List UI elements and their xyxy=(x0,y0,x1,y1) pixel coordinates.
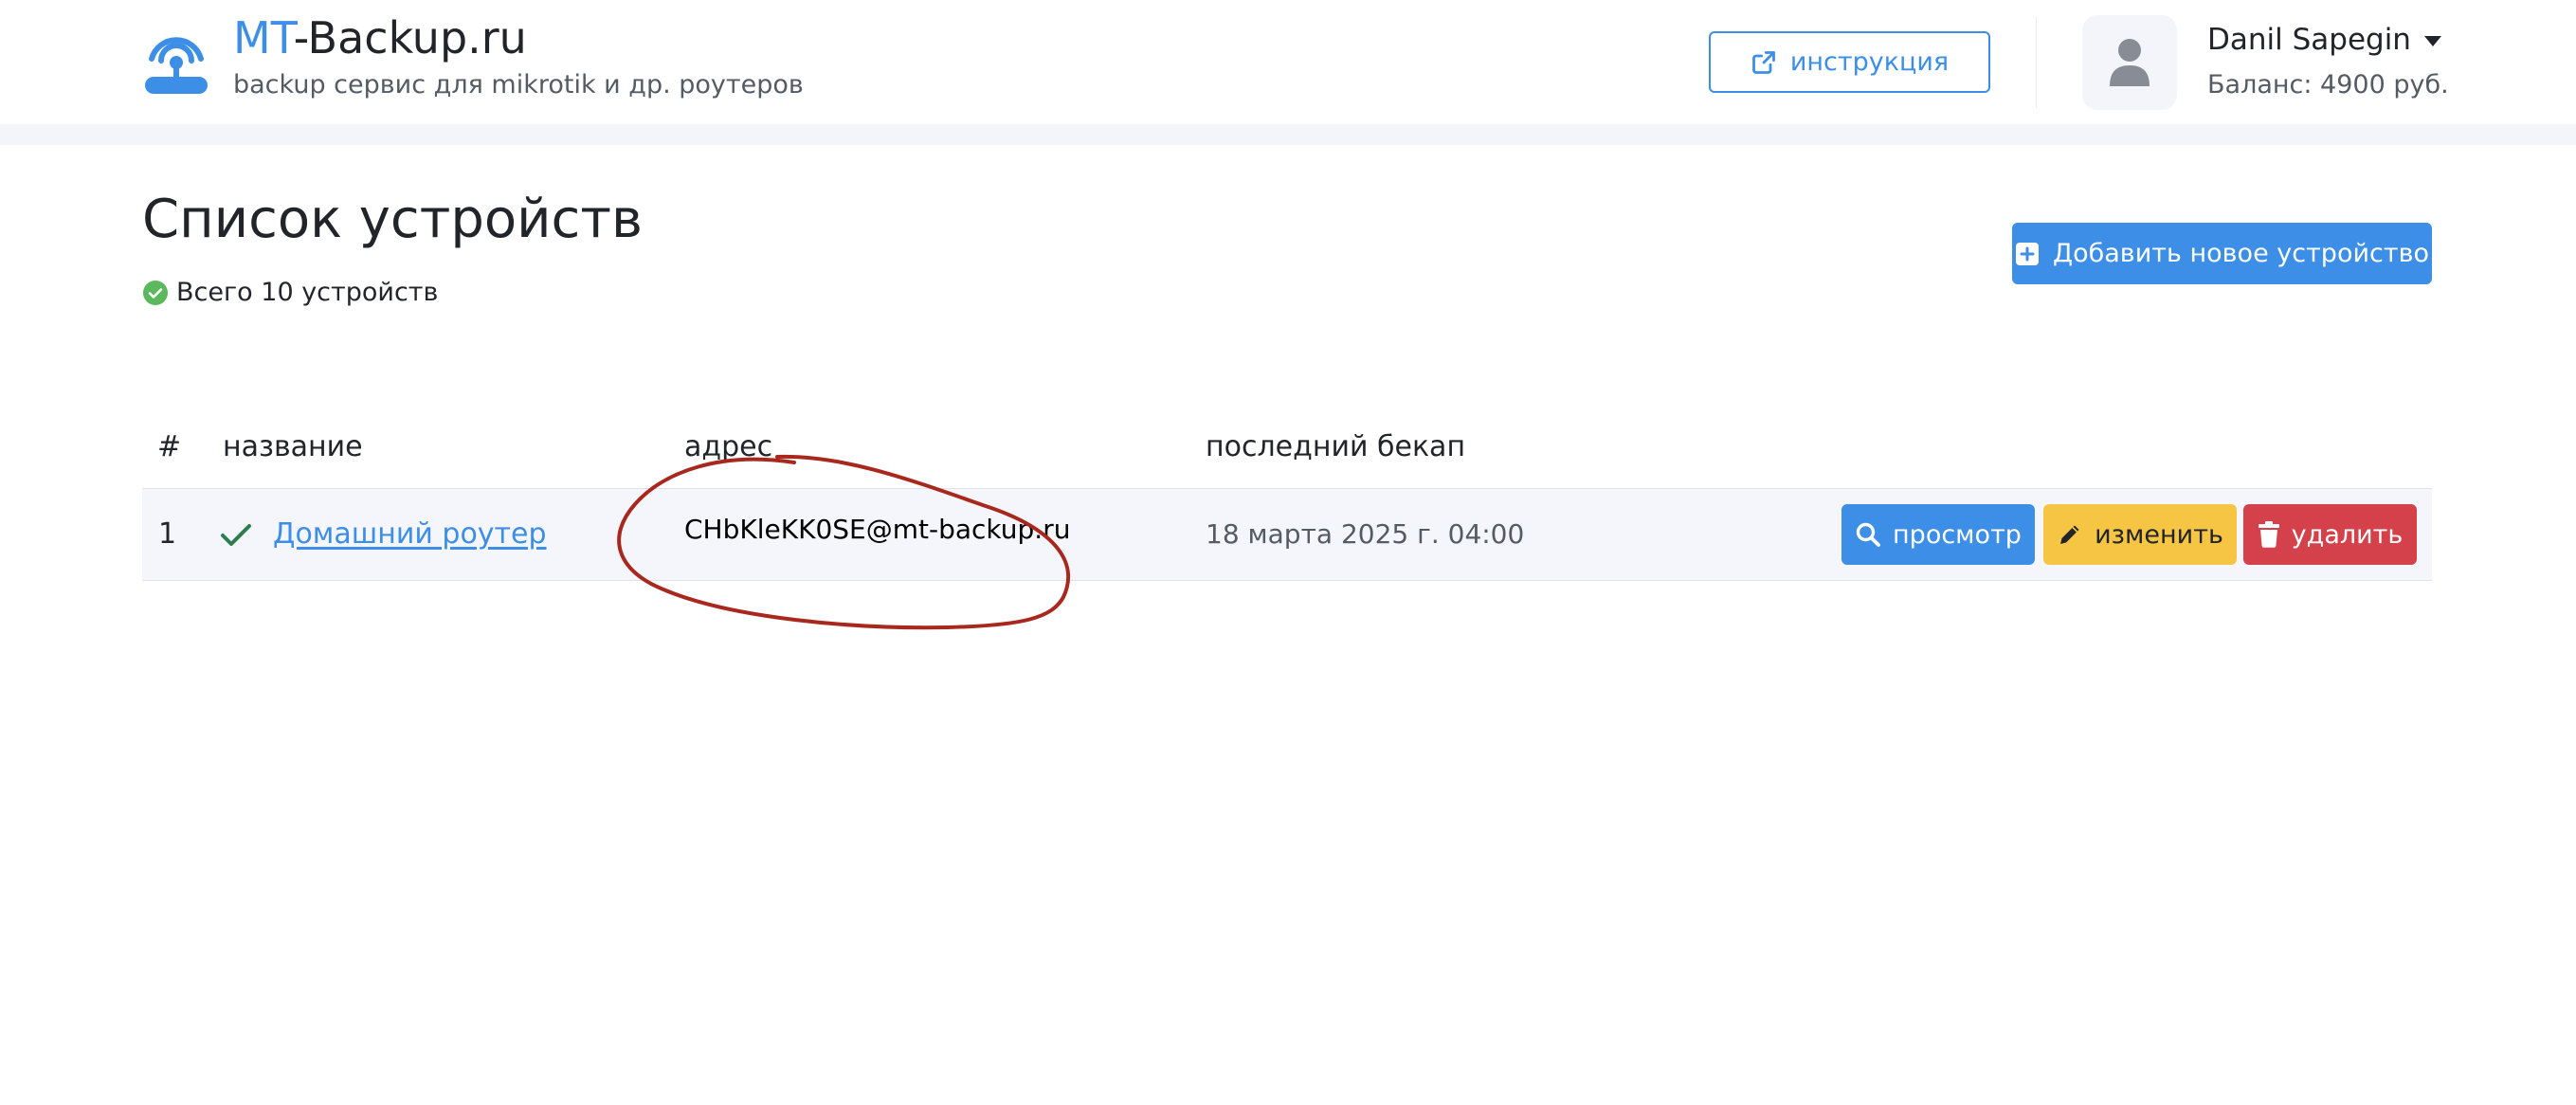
column-header-name[interactable]: название xyxy=(223,428,363,466)
brand-title[interactable]: MT-Backup.ru xyxy=(233,9,527,66)
row-number: 1 xyxy=(158,517,177,551)
avatar[interactable] xyxy=(2082,15,2177,110)
user-name: Danil Sapegin xyxy=(2207,23,2411,57)
header-divider xyxy=(2036,17,2037,108)
device-count-label: Всего 10 устройств xyxy=(176,278,439,307)
device-name-link[interactable]: Домашний роутер xyxy=(273,516,547,553)
last-backup-date: 18 марта 2025 г. 04:00 xyxy=(1206,518,1525,550)
device-count: Всего 10 устройств xyxy=(142,276,438,310)
trash-icon xyxy=(2258,521,2279,548)
user-menu-toggle[interactable]: Danil Sapegin xyxy=(2207,19,2441,61)
instruction-label: инструкция xyxy=(1789,47,1950,77)
brand-rest: -Backup.ru xyxy=(293,12,527,63)
column-header-address[interactable]: адрес xyxy=(684,428,772,466)
header-separator xyxy=(0,124,2576,145)
delete-label: удалить xyxy=(2291,519,2404,550)
router-antenna-icon[interactable] xyxy=(142,27,210,97)
top-navbar: MT-Backup.ru backup сервис для mikrotik … xyxy=(0,0,2576,124)
brand-accent: MT xyxy=(233,12,294,63)
check-circle-icon xyxy=(143,281,168,305)
device-address: CHbKleKK0SE@mt-backup.ru xyxy=(684,514,1071,545)
chevron-down-icon xyxy=(2423,35,2441,46)
search-icon xyxy=(1856,522,1880,547)
column-header-last-backup[interactable]: последний бекап xyxy=(1206,428,1465,466)
delete-button[interactable]: удалить xyxy=(2243,504,2417,565)
column-header-num: # xyxy=(157,430,182,463)
instruction-button[interactable]: инструкция xyxy=(1709,31,1990,93)
check-icon xyxy=(221,524,251,546)
external-link-icon xyxy=(1751,50,1775,74)
brand-subtitle: backup сервис для mikrotik и др. роутеро… xyxy=(233,70,804,100)
view-button[interactable]: просмотр xyxy=(1841,504,2035,565)
page-title: Список устройств xyxy=(142,189,643,250)
edit-label: изменить xyxy=(2095,519,2223,550)
pencil-icon xyxy=(2060,525,2079,544)
user-icon xyxy=(2110,39,2150,86)
edit-button[interactable]: изменить xyxy=(2043,504,2237,565)
view-label: просмотр xyxy=(1893,519,2022,550)
add-device-label: Добавить новое устройство xyxy=(2052,239,2430,268)
add-device-button[interactable]: Добавить новое устройство xyxy=(2012,223,2432,284)
balance-text: Баланс: 4900 руб. xyxy=(2207,70,2449,100)
plus-square-icon xyxy=(2015,242,2039,265)
